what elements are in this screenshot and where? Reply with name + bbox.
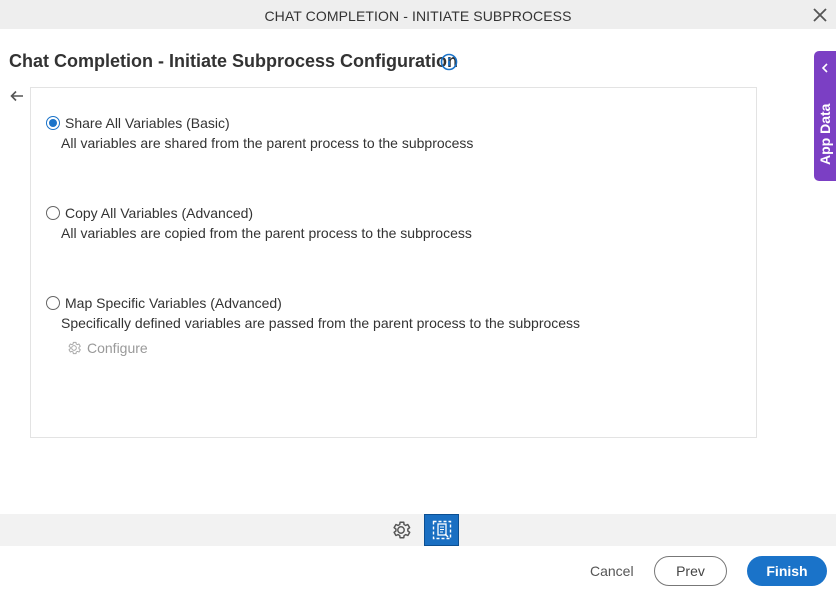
- share-all-radio[interactable]: [46, 116, 60, 130]
- cancel-button[interactable]: Cancel: [590, 563, 634, 579]
- close-icon[interactable]: [812, 7, 828, 23]
- map-specific-radio[interactable]: [46, 296, 60, 310]
- gear-icon: [68, 341, 81, 355]
- window-title: CHAT COMPLETION - INITIATE SUBPROCESS: [264, 8, 572, 24]
- copy-all-description: All variables are copied from the parent…: [61, 225, 472, 241]
- configure-label: Configure: [87, 340, 148, 356]
- option-share-all: Share All Variables (Basic) All variable…: [46, 114, 473, 151]
- back-arrow-icon[interactable]: [9, 88, 25, 104]
- options-panel: Share All Variables (Basic) All variable…: [30, 87, 757, 438]
- chevron-left-icon: [821, 63, 828, 73]
- document-map-icon: [432, 520, 452, 540]
- map-specific-label[interactable]: Map Specific Variables (Advanced): [65, 295, 282, 311]
- page-title: Chat Completion - Initiate Subprocess Co…: [9, 51, 459, 71]
- app-data-tab[interactable]: App Data: [814, 51, 836, 181]
- info-icon[interactable]: [440, 53, 458, 71]
- map-specific-description: Specifically defined variables are passe…: [61, 315, 581, 331]
- configure-button[interactable]: Configure: [66, 340, 148, 356]
- app-data-label: App Data: [817, 103, 833, 165]
- share-all-description: All variables are shared from the parent…: [61, 135, 474, 151]
- finish-button[interactable]: Finish: [747, 556, 827, 586]
- prev-button[interactable]: Prev: [654, 556, 727, 586]
- title-bar: CHAT COMPLETION - INITIATE SUBPROCESS: [0, 0, 836, 29]
- settings-gear-icon[interactable]: [390, 519, 412, 541]
- document-map-button[interactable]: [424, 514, 459, 546]
- share-all-label[interactable]: Share All Variables (Basic): [65, 115, 230, 131]
- bottom-toolbar: [0, 514, 836, 546]
- option-map-specific: Map Specific Variables (Advanced) Specif…: [46, 294, 580, 331]
- copy-all-label[interactable]: Copy All Variables (Advanced): [65, 205, 253, 221]
- copy-all-radio[interactable]: [46, 206, 60, 220]
- option-copy-all: Copy All Variables (Advanced) All variab…: [46, 204, 472, 241]
